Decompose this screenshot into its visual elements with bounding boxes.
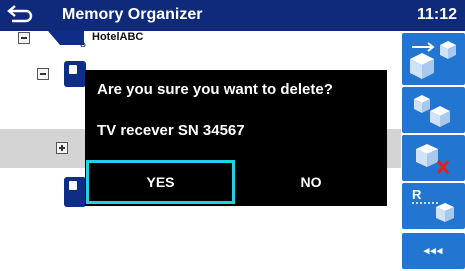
page-title: Memory Organizer bbox=[62, 6, 203, 23]
collapse-icon[interactable] bbox=[37, 68, 49, 80]
action-sidebar: R ◂◂◂ bbox=[401, 31, 465, 271]
delete-structure-button[interactable] bbox=[402, 135, 465, 181]
copy-structure-icon bbox=[414, 95, 450, 127]
add-structure-button[interactable] bbox=[402, 33, 465, 85]
installation-icon bbox=[48, 31, 86, 47]
delete-structure-icon bbox=[416, 144, 450, 174]
add-structure-icon bbox=[410, 41, 456, 79]
back-arrow-icon[interactable] bbox=[6, 5, 34, 27]
delete-confirm-dialog: Are you sure you want to delete? TV rece… bbox=[85, 70, 387, 206]
collapse-icon[interactable] bbox=[18, 32, 30, 44]
more-options-button[interactable]: ◂◂◂ bbox=[402, 233, 465, 269]
rename-letter: R bbox=[412, 187, 422, 202]
object-icon[interactable] bbox=[64, 177, 86, 207]
clock: 11:12 bbox=[416, 6, 457, 23]
copy-structure-button[interactable] bbox=[402, 87, 465, 133]
tree-node-label: HotelABC bbox=[92, 31, 144, 43]
rename-structure-button[interactable]: R bbox=[402, 183, 465, 229]
dialog-item-name: TV recever SN 34567 bbox=[97, 122, 245, 139]
rename-structure-icon: R bbox=[412, 187, 454, 222]
yes-button[interactable]: YES bbox=[86, 160, 235, 204]
object-icon[interactable] bbox=[64, 61, 86, 87]
title-bar: Memory Organizer 11:12 bbox=[0, 0, 465, 31]
no-button[interactable]: NO bbox=[235, 160, 387, 204]
expand-icon[interactable] bbox=[56, 142, 68, 154]
dialog-question: Are you sure you want to delete? bbox=[97, 81, 333, 98]
